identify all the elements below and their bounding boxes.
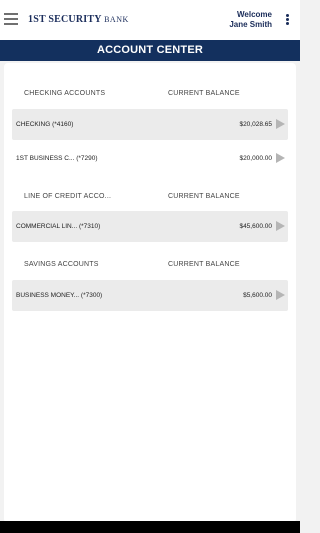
user-name: Jane Smith [229,20,272,29]
logo-text-secondary: BANK [104,15,129,24]
balance-header: CURRENT BALANCE [168,90,240,97]
account-balance: $20,000.00 [239,155,272,162]
page-title: ACCOUNT CENTER [0,40,300,61]
account-balance: $20,028.65 [239,121,272,128]
account-row-checking-4160[interactable]: CHECKING (*4160) $20,028.65 [12,109,288,140]
section-header-savings: SAVINGS ACCOUNTS CURRENT BALANCE [24,261,294,273]
account-row-business-7290[interactable]: 1ST BUSINESS C... (*7290) $20,000.00 [12,143,288,174]
balance-header: CURRENT BALANCE [168,193,240,200]
logo-text-primary: 1ST SECURITY [28,14,102,25]
section-title: CHECKING ACCOUNTS [24,90,106,97]
account-balance: $45,600.00 [239,223,272,230]
welcome-label: Welcome [237,10,272,19]
bank-logo: 1ST SECURITY BANK [28,14,129,26]
section-title: SAVINGS ACCOUNTS [24,261,99,268]
section-title: LINE OF CREDIT ACCO... [24,193,112,200]
balance-header: CURRENT BALANCE [168,261,240,268]
accounts-card: CHECKING ACCOUNTS CURRENT BALANCE CHECKI… [4,63,296,523]
app-header: 1ST SECURITY BANK Welcome Jane Smith [0,0,300,40]
section-header-line-of-credit: LINE OF CREDIT ACCO... CURRENT BALANCE [24,193,294,205]
welcome-block: Welcome Jane Smith [229,10,272,30]
chevron-right-icon [276,153,285,163]
account-balance: $5,600.00 [243,292,272,299]
chevron-right-icon [276,119,285,129]
chevron-right-icon [276,290,285,300]
account-name: BUSINESS MONEY... (*7300) [16,292,103,299]
account-name: 1ST BUSINESS C... (*7290) [16,155,98,162]
account-name: COMMERCIAL LIN... (*7310) [16,223,101,230]
kebab-icon[interactable] [286,14,290,28]
hamburger-icon[interactable] [4,13,18,25]
account-row-commercial-7310[interactable]: COMMERCIAL LIN... (*7310) $45,600.00 [12,211,288,242]
section-header-checking: CHECKING ACCOUNTS CURRENT BALANCE [24,90,294,102]
chevron-right-icon [276,221,285,231]
system-nav-bar [0,521,300,533]
account-row-money-market-7300[interactable]: BUSINESS MONEY... (*7300) $5,600.00 [12,280,288,311]
account-name: CHECKING (*4160) [16,121,74,128]
